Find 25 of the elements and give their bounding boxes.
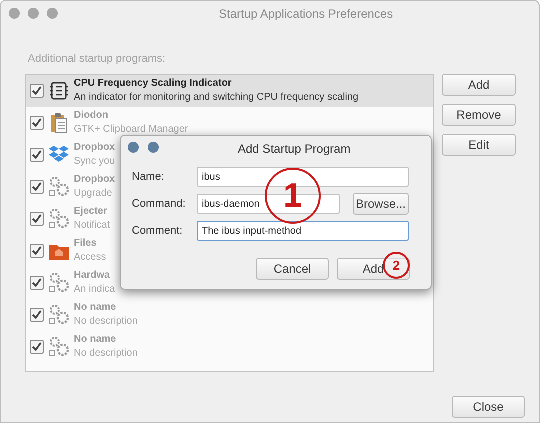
program-description: GTK+ Clipboard Manager: [74, 123, 188, 137]
program-name: Diodon: [74, 109, 110, 123]
program-description: Notificat: [74, 219, 110, 233]
field-label: Comment:: [132, 224, 184, 239]
program-name: Dropbox: [74, 141, 116, 155]
annotation-number: 2: [392, 259, 400, 272]
program-name: No name: [74, 301, 118, 315]
program-description: An indicator for monitoring and switching CPU frequency scaling: [74, 91, 359, 105]
program-name: No name: [74, 333, 118, 347]
dialog-title: Add Startup Program: [238, 141, 351, 158]
window-title: Startup Applications Preferences: [219, 6, 394, 23]
field-label: Name:: [132, 170, 166, 185]
program-name: Ejecter: [74, 205, 108, 219]
program-name: CPU Frequency Scaling Indicator: [74, 77, 233, 91]
list-label: Additional startup programs:: [28, 53, 166, 65]
field-label: Command:: [132, 196, 187, 212]
program-description: Sync you: [74, 155, 116, 169]
program-description: An indica: [74, 283, 116, 297]
program-description: No description: [74, 315, 138, 329]
program-name: Hardwa: [74, 269, 112, 283]
program-name: Dropbox: [74, 173, 116, 187]
program-description: No description: [74, 347, 138, 361]
program-description: Access: [74, 251, 106, 265]
program-name: Files: [74, 237, 98, 251]
program-description: Upgrade: [74, 187, 114, 201]
